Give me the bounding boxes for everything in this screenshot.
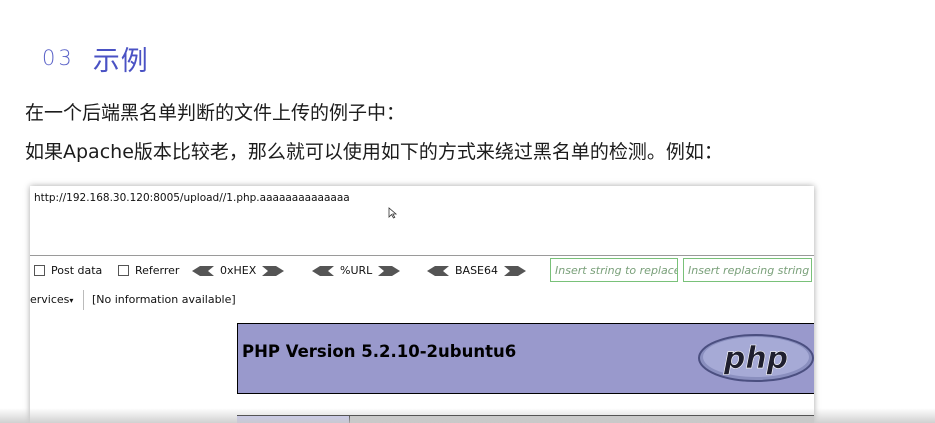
paragraph-bypass: 如果Apache版本比较老，那么就可以使用如下的方式来绕过黑名单的检测。例如： (25, 141, 723, 163)
arrow-right-icon[interactable] (378, 265, 401, 276)
section-title: 示例 (92, 45, 149, 77)
replace-string-input[interactable]: Insert string to replace (550, 258, 678, 282)
arrow-left-icon[interactable] (312, 265, 334, 276)
svg-text:php: php (723, 341, 788, 376)
base64-label: BASE64 (455, 264, 499, 277)
section-number: 03 (42, 46, 75, 70)
url-encode-label: %URL (340, 264, 373, 277)
embedded-screenshot: http://192.168.30.120:8005/upload//1.php… (30, 186, 814, 423)
checkbox-icon (34, 265, 45, 276)
section-heading: 03 示例 (42, 38, 149, 78)
replacing-string-input[interactable]: Insert replacing string (683, 258, 812, 282)
phpinfo-header: PHP Version 5.2.10-2ubuntu6 php (237, 323, 814, 394)
arrow-right-icon[interactable] (262, 265, 285, 276)
arrow-right-icon[interactable] (504, 265, 527, 276)
services-bar: ervices▾ [No information available] (30, 290, 814, 310)
hackbar-toolbar: Post data Referrer 0xHEX %URL BASE64 Ins… (30, 258, 814, 284)
referrer-checkbox[interactable]: Referrer (118, 264, 179, 277)
arrow-left-icon[interactable] (192, 265, 214, 276)
arrow-left-icon[interactable] (427, 265, 449, 276)
paragraph-intro: 在一个后端黑名单判断的文件上传的例子中： (25, 102, 406, 124)
url-text: http://192.168.30.120:8005/upload//1.php… (34, 192, 350, 204)
hex-encoder[interactable]: 0xHEX (192, 264, 285, 277)
bottom-edge-shadow (0, 408, 935, 423)
url-textarea[interactable]: http://192.168.30.120:8005/upload//1.php… (30, 186, 814, 256)
url-encoder[interactable]: %URL (312, 264, 401, 277)
post-data-checkbox[interactable]: Post data (34, 264, 102, 277)
checkbox-icon (118, 265, 129, 276)
services-label: ervices (30, 293, 70, 306)
post-data-label: Post data (51, 264, 103, 277)
mouse-cursor-icon (388, 207, 398, 219)
base64-encoder[interactable]: BASE64 (427, 264, 527, 277)
dropdown-arrow-icon: ▾ (69, 296, 74, 305)
divider (83, 290, 84, 310)
hex-label: 0xHEX (220, 264, 257, 277)
services-info: [No information available] (92, 293, 236, 306)
services-menu[interactable]: ervices▾ (30, 293, 73, 306)
referrer-label: Referrer (135, 264, 180, 277)
php-version-title: PHP Version 5.2.10-2ubuntu6 (242, 342, 517, 361)
php-logo-icon: php (698, 334, 814, 382)
